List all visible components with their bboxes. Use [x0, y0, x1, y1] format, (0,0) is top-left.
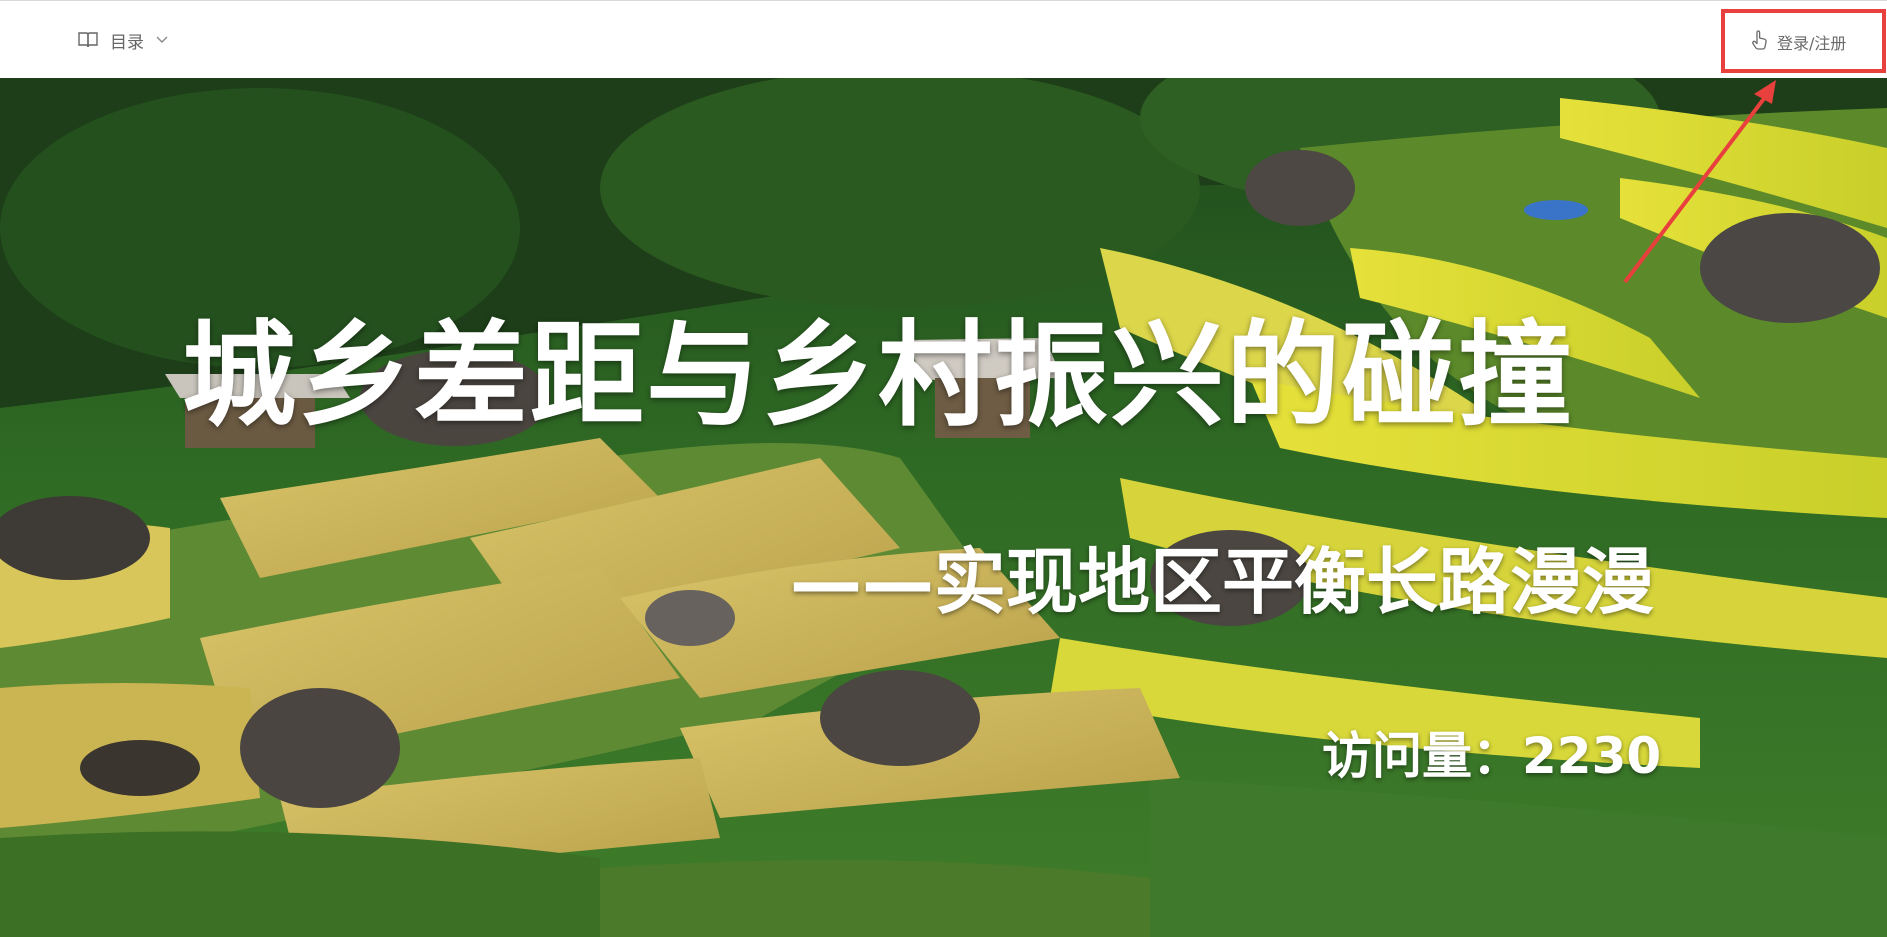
- book-icon: [78, 31, 98, 49]
- toc-label: 目录: [110, 32, 144, 53]
- hero-subtitle: ——实现地区平衡长路漫漫: [790, 540, 1655, 624]
- hero-banner: 城乡差距与乡村振兴的碰撞 ——实现地区平衡长路漫漫 访问量：2230: [0, 78, 1887, 937]
- hand-pointer-icon: [1751, 30, 1769, 54]
- top-navigation-bar: 目录 登录/注册: [0, 0, 1887, 78]
- visit-counter: 访问量：2230: [1322, 716, 1661, 788]
- toc-menu-button[interactable]: 目录: [78, 25, 168, 55]
- hero-title: 城乡差距与乡村振兴的碰撞: [182, 309, 1575, 442]
- visit-counter-label: 访问量：: [1322, 727, 1522, 785]
- login-register-label: 登录/注册: [1777, 34, 1847, 53]
- login-highlight-box: 登录/注册: [1721, 9, 1886, 73]
- login-register-button[interactable]: 登录/注册: [1751, 29, 1846, 55]
- visit-counter-value: 2230: [1522, 727, 1662, 785]
- chevron-down-icon: [156, 36, 168, 44]
- rice-terrace-photo: [0, 78, 1887, 937]
